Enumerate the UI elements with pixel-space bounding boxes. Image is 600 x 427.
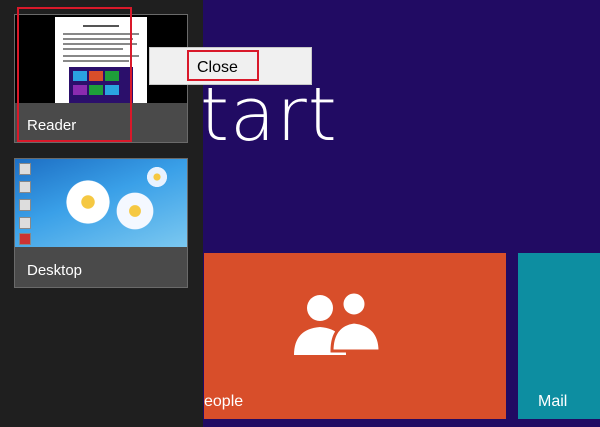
- switcher-item-desktop[interactable]: Desktop: [14, 158, 188, 288]
- people-icon: [294, 290, 382, 355]
- tile-people[interactable]: eople: [204, 253, 506, 419]
- tile-people-label: eople: [204, 393, 244, 410]
- desktop-preview: [15, 159, 187, 247]
- switcher-item-label: Desktop: [27, 262, 83, 279]
- close-menu-item[interactable]: Close: [187, 50, 259, 81]
- context-menu: Close: [149, 47, 312, 85]
- tile-mail[interactable]: Mail: [518, 253, 600, 419]
- tile-mail-label: Mail: [538, 393, 568, 410]
- reader-highlight-box: [17, 7, 132, 142]
